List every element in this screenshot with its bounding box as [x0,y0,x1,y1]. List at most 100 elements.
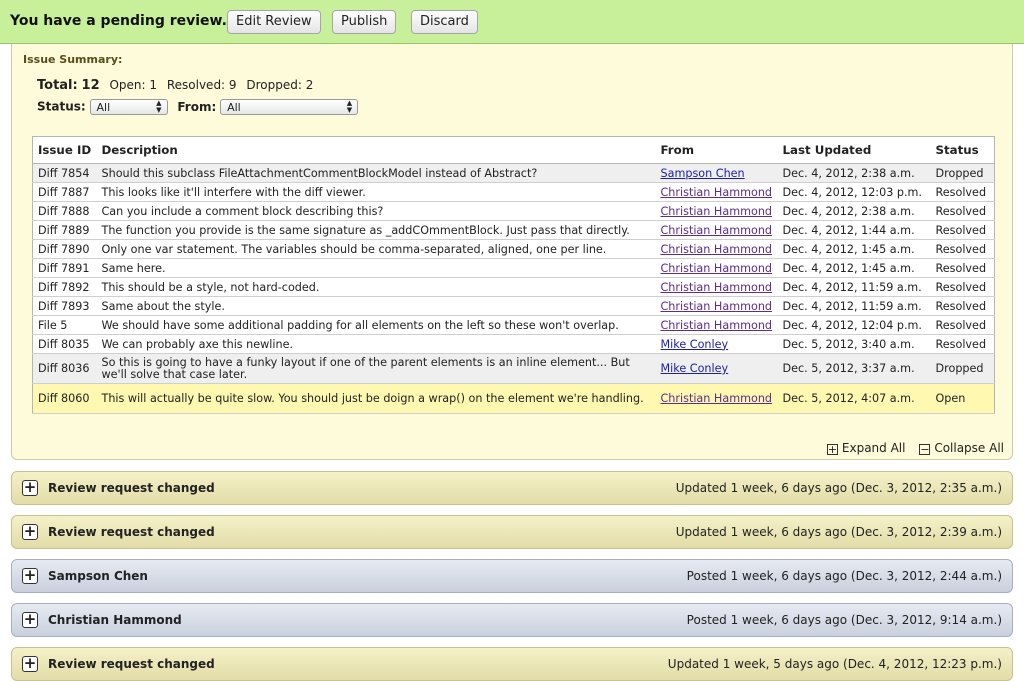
table-row[interactable]: Diff 7888 Can you include a comment bloc… [32,201,995,221]
issue-description: Same about the style. [96,296,656,316]
box-title: Christian Hammond [48,613,182,627]
expand-plus-icon[interactable]: + [22,568,38,584]
box-timestamp: Posted 1 week, 6 days ago (Dec. 3, 2012,… [686,569,1002,583]
open-count: Open: 1 [109,78,158,92]
issue-id: Diff 7889 [32,220,97,240]
last-updated-header[interactable]: Last Updated [777,136,931,164]
expand-plus-icon[interactable]: + [22,480,38,496]
review-request-changed-box[interactable]: + Review request changed Updated 1 week,… [11,515,1013,549]
pending-review-banner: You have a pending review. Edit Review P… [0,0,1024,44]
issue-id: Diff 7854 [32,163,97,183]
issue-author-link[interactable]: Christian Hammond [661,392,773,405]
from-header[interactable]: From [655,136,778,164]
box-title: Review request changed [48,481,215,495]
expand-plus-icon[interactable]: + [22,524,38,540]
table-row[interactable]: Diff 7892 This should be a style, not ha… [32,277,995,297]
issue-author-link[interactable]: Christian Hammond [661,224,773,237]
issue-id: Diff 8060 [32,383,97,414]
expand-all-button[interactable]: + Expand All [826,441,909,456]
table-row[interactable]: Diff 8036 So this is going to have a fun… [32,353,995,384]
status-filter-select[interactable]: All ▲ ▼ [89,99,168,115]
issue-description: Only one var statement. The variables sh… [96,239,656,259]
issue-author-link[interactable]: Christian Hammond [661,262,773,275]
from-filter-value: All [227,101,241,114]
select-arrows-icon: ▲ ▼ [346,99,353,114]
collapse-all-button[interactable]: − Collapse All [919,441,1004,455]
issue-last-updated: Dec. 4, 2012, 12:04 p.m. [777,315,931,335]
issue-id: Diff 8035 [32,334,97,354]
issue-id: File 5 [32,315,97,335]
box-title: Review request changed [48,525,215,539]
issue-description: Same here. [96,258,656,278]
publish-button[interactable]: Publish [332,10,397,34]
total-label: Total: [37,78,78,93]
table-row[interactable]: Diff 7893 Same about the style. Christia… [32,296,995,316]
issue-last-updated: Dec. 4, 2012, 1:45 a.m. [777,258,931,278]
status-filter-value: All [96,101,111,114]
issue-id: Diff 7892 [32,277,97,297]
total-count: 12 [81,78,100,93]
issue-status: Resolved [930,239,995,259]
issue-author-link[interactable]: Christian Hammond [661,243,773,256]
review-request-changed-box[interactable]: + Review request changed Updated 1 week,… [11,471,1013,505]
description-header[interactable]: Description [96,136,656,164]
issue-status: Resolved [930,315,995,335]
issue-last-updated: Dec. 4, 2012, 1:44 a.m. [777,220,931,240]
issue-id: Diff 7890 [32,239,97,259]
issue-status: Dropped [930,353,995,384]
issue-author-link[interactable]: Christian Hammond [661,205,773,218]
issue-last-updated: Dec. 4, 2012, 11:59 a.m. [777,296,931,316]
issue-description: This will actually be quite slow. You sh… [96,383,656,414]
issue-author-link[interactable]: Mike Conley [661,338,729,351]
box-timestamp: Updated 1 week, 5 days ago (Dec. 4, 2012… [667,657,1002,671]
status-header[interactable]: Status [930,136,995,164]
issue-author-link[interactable]: Christian Hammond [661,319,773,332]
review-request-changed-box[interactable]: + Review request changed Updated 1 week,… [11,647,1013,681]
issue-status: Resolved [930,220,995,240]
from-filter-select[interactable]: All ▲ ▼ [220,99,359,115]
issue-id: Diff 7891 [32,258,97,278]
status-filter-label: Status: [37,99,86,114]
issue-author-link[interactable]: Christian Hammond [661,281,773,294]
box-title: Sampson Chen [48,569,148,583]
table-row[interactable]: Diff 8035 We can probably axe this newli… [32,334,995,354]
issue-description: So this is going to have a funky layout … [96,353,656,384]
issue-table-header: Issue ID Description From Last Updated S… [32,136,995,164]
review-box[interactable]: + Christian Hammond Posted 1 week, 6 day… [11,603,1013,637]
expand-collapse-controls: + Expand All − Collapse All [817,441,1004,455]
issue-last-updated: Dec. 4, 2012, 1:45 a.m. [777,239,931,259]
issue-status: Open [930,383,995,414]
review-box[interactable]: + Sampson Chen Posted 1 week, 6 days ago… [11,559,1013,593]
issue-last-updated: Dec. 5, 2012, 3:37 a.m. [777,353,931,384]
issue-author-link[interactable]: Sampson Chen [661,167,745,180]
issue-author-link[interactable]: Christian Hammond [661,186,773,199]
table-row[interactable]: Diff 7891 Same here. Christian Hammond D… [32,258,995,278]
dropped-count: Dropped: 2 [246,78,314,92]
table-row[interactable]: File 5 We should have some additional pa… [32,315,995,335]
table-row[interactable]: Diff 7887 This looks like it'll interfer… [32,182,995,202]
table-row[interactable]: Diff 7854 Should this subclass FileAttac… [32,163,995,183]
table-row[interactable]: Diff 7889 The function you provide is th… [32,220,995,240]
box-title: Review request changed [48,657,215,671]
issue-author-link[interactable]: Christian Hammond [661,300,773,313]
box-timestamp: Updated 1 week, 6 days ago (Dec. 3, 2012… [675,525,1002,539]
table-row[interactable]: Diff 7890 Only one var statement. The va… [32,239,995,259]
expand-all-label: Expand All [841,441,906,455]
from-filter-label: From: [177,99,217,114]
plus-box-icon: + [826,443,838,456]
issue-status: Resolved [930,334,995,354]
issue-last-updated: Dec. 4, 2012, 2:38 a.m. [777,163,931,183]
issue-author-link[interactable]: Mike Conley [661,362,729,375]
issue-id: Diff 7887 [32,182,97,202]
issue-last-updated: Dec. 4, 2012, 12:03 p.m. [777,182,931,202]
box-timestamp: Posted 1 week, 6 days ago (Dec. 3, 2012,… [686,613,1002,627]
table-row[interactable]: Diff 8060 This will actually be quite sl… [32,383,995,414]
expand-plus-icon[interactable]: + [22,612,38,628]
edit-review-button[interactable]: Edit Review [227,10,321,34]
issue-summary-heading: Issue Summary: [23,53,123,66]
issue-description: We can probably axe this newline. [96,334,656,354]
issue-last-updated: Dec. 5, 2012, 3:40 a.m. [777,334,931,354]
issue-id-header[interactable]: Issue ID [32,136,97,164]
expand-plus-icon[interactable]: + [22,656,38,672]
discard-button[interactable]: Discard [411,10,478,34]
